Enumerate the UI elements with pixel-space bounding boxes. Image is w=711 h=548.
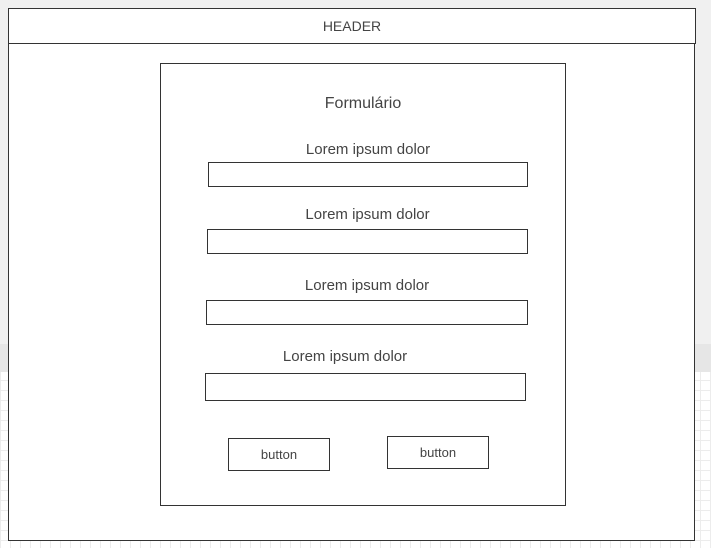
button-1[interactable]: button [228, 438, 330, 471]
field-label-3: Lorem ipsum dolor [304, 277, 430, 294]
field-label-1: Lorem ipsum dolor [305, 141, 431, 158]
form-title: Formulário [324, 95, 402, 112]
header-label: HEADER [322, 18, 382, 34]
text-input-4[interactable] [205, 373, 526, 401]
text-input-3[interactable] [206, 300, 528, 325]
text-input-1[interactable] [208, 162, 528, 187]
field-label-4: Lorem ipsum dolor [282, 348, 408, 365]
page-header: HEADER [8, 8, 696, 44]
text-input-2[interactable] [207, 229, 528, 254]
field-label-2: Lorem ipsum dolor [305, 206, 430, 223]
button-2[interactable]: button [387, 436, 489, 469]
